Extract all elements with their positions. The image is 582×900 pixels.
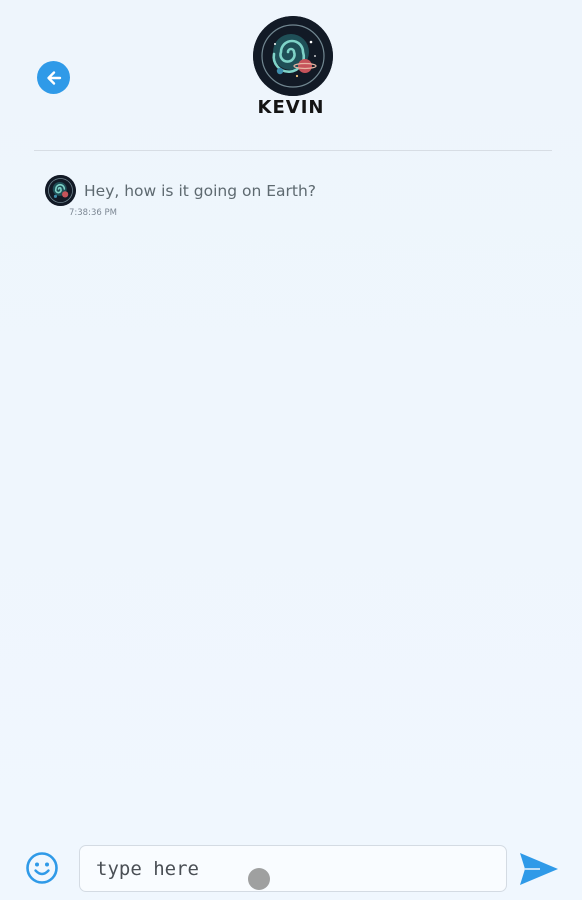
message-text: Hey, how is it going on Earth? bbox=[84, 181, 316, 200]
message-input[interactable] bbox=[79, 845, 507, 892]
smiley-icon bbox=[26, 852, 58, 884]
message-timestamp: 7:38:36 PM bbox=[69, 208, 117, 218]
send-arrow-icon bbox=[520, 853, 558, 885]
back-button[interactable] bbox=[37, 61, 70, 94]
contact-avatar[interactable] bbox=[253, 16, 333, 96]
header-divider bbox=[34, 150, 552, 151]
message-item: Hey, how is it going on Earth? bbox=[45, 175, 316, 206]
send-button[interactable] bbox=[518, 850, 560, 888]
pointer-cursor bbox=[248, 868, 270, 890]
message-avatar bbox=[45, 175, 76, 206]
galaxy-avatar-icon bbox=[45, 175, 76, 206]
arrow-left-icon bbox=[46, 70, 61, 85]
chat-screen: KEVIN Hey, how is it going on Earth? 7:3… bbox=[0, 0, 582, 900]
galaxy-avatar-icon bbox=[253, 16, 333, 96]
emoji-button[interactable] bbox=[25, 851, 59, 885]
contact-name: KEVIN bbox=[257, 97, 325, 118]
